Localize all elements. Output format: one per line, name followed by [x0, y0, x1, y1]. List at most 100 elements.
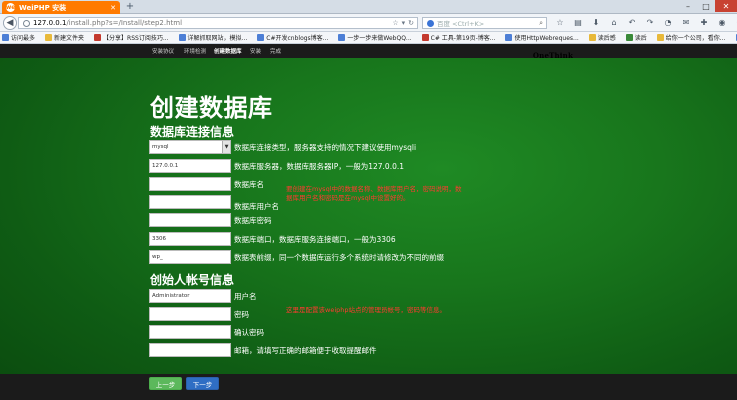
- window-title-bar: we WeiPHP 安装 ✕ + – □ ✕: [0, 0, 737, 14]
- url-host: 127.0.0.1: [33, 19, 67, 27]
- url-path: /install.php?s=/Install/step2.html: [66, 19, 183, 27]
- bookmark-icon: [45, 34, 53, 41]
- bookmark-label: 使用HttpWebreques...: [514, 35, 579, 42]
- page-footer: [0, 374, 737, 400]
- bookmark-item[interactable]: 使用HttpWebreques...: [505, 33, 579, 42]
- text-input[interactable]: 3306: [149, 232, 231, 246]
- tab-title: WeiPHP 安装: [19, 3, 67, 12]
- maximize-button[interactable]: □: [697, 0, 715, 12]
- db-type-select[interactable]: mysql ▼: [149, 140, 231, 154]
- back-arrow-icon: ◀: [6, 18, 14, 28]
- step-4[interactable]: 安装: [250, 47, 261, 55]
- bookmark-icon: [94, 34, 102, 41]
- star-icon[interactable]: ☆: [392, 19, 398, 27]
- text-input[interactable]: [149, 177, 231, 191]
- field-help: 用户名: [234, 291, 257, 301]
- minimize-button[interactable]: –: [679, 0, 697, 12]
- step-2[interactable]: 环境检测: [184, 47, 206, 55]
- bookmark-item[interactable]: 给你一个公司，看你...: [656, 33, 726, 42]
- clipboard-icon[interactable]: ▤: [573, 17, 583, 28]
- install-page: OneThink 安装协议 环境检测 创建数据库 安装 完成 创建数据库 数据库连接信息…: [0, 44, 737, 400]
- bookmark-item[interactable]: 读后感: [588, 33, 616, 42]
- bookmark-icon: [338, 34, 346, 41]
- bookmark-item[interactable]: 访问最多: [2, 33, 35, 42]
- back-button[interactable]: ◀: [3, 16, 17, 30]
- field-help: 数据库服务器，数据库服务器IP，一般为127.0.0.1: [234, 161, 405, 171]
- bookmark-item[interactable]: 新建文件夹: [45, 33, 84, 42]
- text-input[interactable]: Administrator: [149, 289, 231, 303]
- home-icon[interactable]: ⌂: [609, 17, 619, 28]
- search-placeholder: 百度 <Ctrl+K>: [437, 20, 485, 28]
- form-row: 127.0.0.1 数据库服务器，数据库服务器IP，一般为127.0.0.1: [149, 159, 404, 173]
- download-icon[interactable]: ⬇: [591, 17, 601, 28]
- chat-icon[interactable]: ✉: [681, 17, 691, 28]
- form-row: Administrator 用户名: [149, 289, 257, 303]
- bookmark-label: 读后感: [597, 35, 616, 42]
- db-section-title: 数据库连接信息: [150, 125, 235, 139]
- bookmark-label: 一步一步来做WebQQ...: [347, 35, 412, 42]
- dropdown-icon[interactable]: ▾: [402, 19, 406, 27]
- addon-icon[interactable]: ✚: [699, 17, 709, 28]
- form-row: 3306 数据库端口，数据库服务连接端口，一般为3306: [149, 232, 396, 246]
- globe-icon: [23, 19, 30, 27]
- input-value: wp_: [152, 254, 163, 260]
- input-value: Administrator: [152, 293, 190, 299]
- field-help: 数据表前缀，同一个数据库运行多个系统时请修改为不同的前缀: [234, 252, 444, 262]
- field-help: 数据库名: [234, 179, 264, 189]
- db-annotation: 要创建在mysql中的数据名称、数据库用户名，密码说明，数据库用户名和密码是在m…: [286, 185, 462, 202]
- input-value: mysql: [152, 144, 169, 150]
- bookmark-label: C#开发cnblogs博客...: [266, 35, 329, 42]
- search-engine-icon[interactable]: [427, 19, 434, 27]
- prev-step-button[interactable]: 上一步: [149, 377, 182, 390]
- form-row: 数据库密码: [149, 213, 272, 227]
- bookmark-item[interactable]: C#开发cnblogs博客...: [257, 33, 328, 42]
- step-1[interactable]: 安装协议: [152, 47, 174, 55]
- bookmark-star-icon[interactable]: ☆: [555, 17, 565, 28]
- reader-icon[interactable]: ◉: [717, 17, 727, 28]
- text-input[interactable]: wp_: [149, 250, 231, 264]
- input-value: 127.0.0.1: [152, 163, 179, 169]
- close-icon[interactable]: ✕: [110, 4, 116, 12]
- weiphp-logo-icon: we: [5, 3, 16, 12]
- bookmark-icon: [257, 34, 265, 41]
- bookmark-label: 新建文件夹: [54, 35, 85, 42]
- bookmark-item[interactable]: 读后: [625, 33, 647, 42]
- step-3[interactable]: 创建数据库: [214, 47, 242, 55]
- text-input[interactable]: [149, 195, 231, 209]
- admin-annotation: 这里是配置该weiphp站点的管理员帐号，密码等信息。: [286, 306, 446, 314]
- reload-icon[interactable]: ↻: [408, 19, 414, 27]
- bookmark-icon: [656, 34, 664, 41]
- input-value: 3306: [152, 236, 166, 242]
- search-icon[interactable]: ⌕: [539, 19, 543, 28]
- text-input[interactable]: [149, 325, 231, 339]
- form-row: 邮箱，请填写正确的邮箱便于收取提醒邮件: [149, 343, 377, 357]
- text-input[interactable]: [149, 343, 231, 357]
- new-tab-button[interactable]: +: [124, 2, 136, 13]
- search-box[interactable]: 百度 <Ctrl+K> ⌕: [422, 17, 547, 29]
- bookmark-icon: [421, 34, 429, 41]
- pocket-icon[interactable]: ◔: [663, 17, 673, 28]
- bookmark-item[interactable]: C# 工具-第19页-博客...: [421, 33, 495, 42]
- form-row: 密码: [149, 307, 249, 321]
- field-help: 确认密码: [234, 327, 264, 337]
- field-help: 数据库用户名: [234, 202, 279, 211]
- text-input[interactable]: [149, 307, 231, 321]
- bookmark-item[interactable]: 【分享】RSS订阅技巧...: [94, 33, 169, 42]
- url-bar[interactable]: 127.0.0.1 /install.php?s=/Install/step2.…: [18, 17, 418, 29]
- next-step-button[interactable]: 下一步: [186, 377, 219, 390]
- back-history-icon[interactable]: ↶: [627, 17, 637, 28]
- brand-logo: OneThink: [532, 51, 573, 60]
- browser-tab[interactable]: we WeiPHP 安装 ✕: [2, 1, 120, 14]
- close-window-button[interactable]: ✕: [715, 0, 737, 12]
- browser-toolbar: ☆ ▤ ⬇ ⌂ ↶ ↷ ◔ ✉ ✚ ◉ ⟳ ≡: [555, 17, 737, 28]
- bookmark-item[interactable]: 详解抓取网站，模拟...: [178, 33, 247, 42]
- text-input[interactable]: 127.0.0.1: [149, 159, 231, 173]
- field-help: 数据库密码: [234, 215, 272, 225]
- step-5[interactable]: 完成: [270, 47, 281, 55]
- text-input[interactable]: [149, 213, 231, 227]
- forward-history-icon[interactable]: ↷: [645, 17, 655, 28]
- bookmarks-bar: 访问最多 新建文件夹 【分享】RSS订阅技巧... 详解抓取网站，模拟... C#开发c…: [0, 32, 737, 44]
- form-row: 数据库用户名: [149, 195, 279, 211]
- chevron-down-icon[interactable]: ▼: [222, 141, 230, 153]
- bookmark-item[interactable]: 一步一步来做WebQQ...: [338, 33, 412, 42]
